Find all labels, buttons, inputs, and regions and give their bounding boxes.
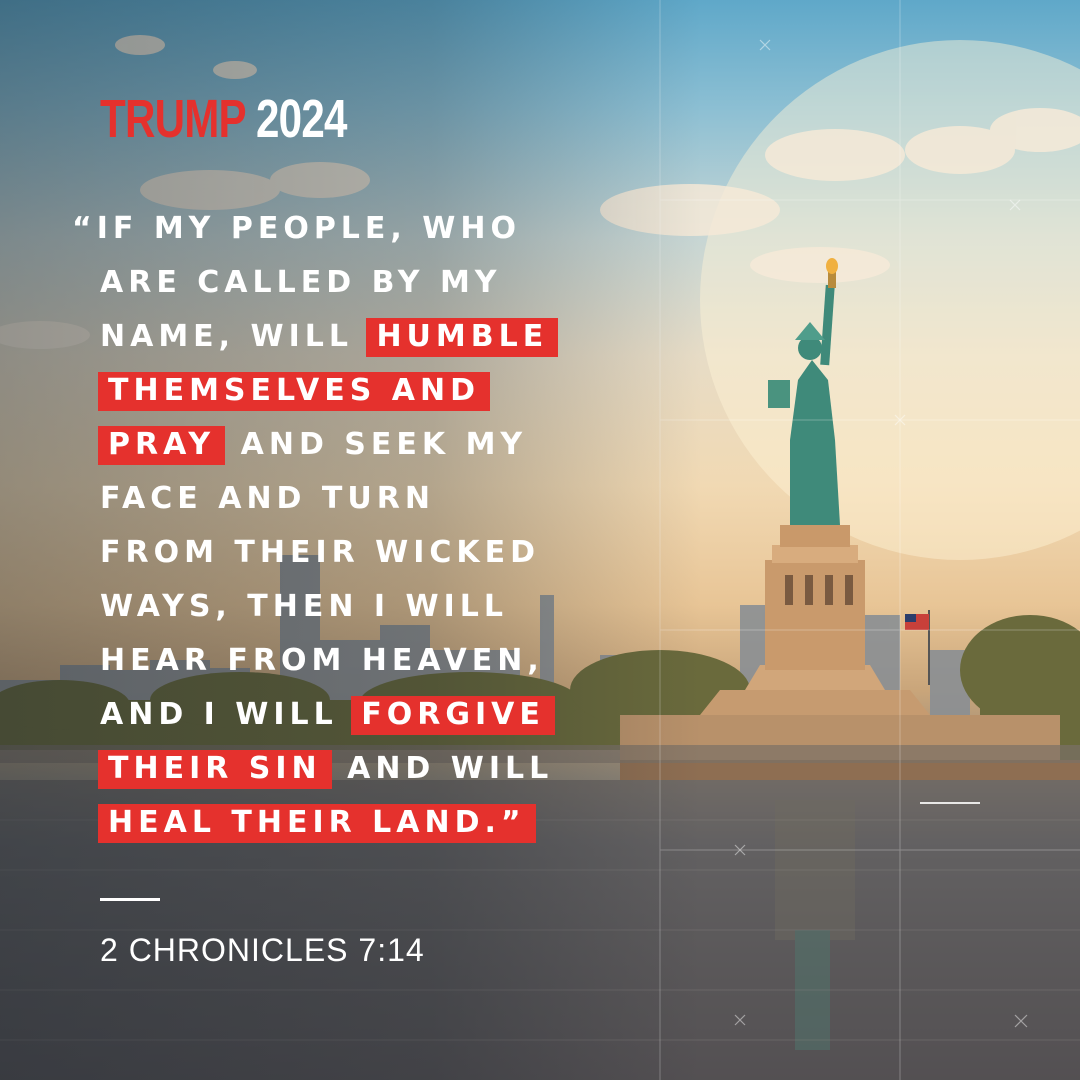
quote-line: HEAR FROM HEAVEN, [72,637,692,691]
quote-text: AND WILL [331,751,554,786]
scripture-quote: “IF MY PEOPLE, WHO ARE CALLED BY MY NAME, … [72,205,692,853]
quote-text: WAYS, THEN I WILL [100,589,508,624]
quote-line: PRAY AND SEEK MY [72,421,692,475]
quote-line: HEAL THEIR LAND.” [72,799,692,853]
quote-text: FACE AND TURN [100,481,435,516]
quote-text: AND I WILL [100,697,354,732]
campaign-logo: TRUMP 2024 [100,92,347,146]
divider [100,898,160,901]
quote-text: AND SEEK MY [225,427,528,462]
poster: TRUMP 2024 “IF MY PEOPLE, WHO ARE CALLED … [0,0,1080,1080]
brand-name: TRUMP [100,89,246,149]
quote-line: THEMSELVES AND [72,367,692,421]
quote-text: NAME, WILL [100,319,369,354]
quote-line: ARE CALLED BY MY [72,259,692,313]
quote-line: “IF MY PEOPLE, WHO [72,205,692,259]
quote-text: HEAR FROM HEAVEN, [100,643,544,678]
highlighted-phrase: THEMSELVES AND [98,372,490,411]
highlighted-phrase: HEAL THEIR LAND.” [98,804,536,843]
quote-line: WAYS, THEN I WILL [72,583,692,637]
brand-year: 2024 [256,89,347,149]
quote-text: “IF MY PEOPLE, WHO [72,211,521,246]
quote-text: ARE CALLED BY MY [100,265,502,300]
quote-line: AND I WILL FORGIVE [72,691,692,745]
quote-line: FACE AND TURN [72,475,692,529]
highlighted-phrase: FORGIVE [351,696,555,735]
scripture-reference: 2 CHRONICLES 7:14 [100,932,425,968]
highlighted-phrase: HUMBLE [366,318,559,357]
quote-line: NAME, WILL HUMBLE [72,313,692,367]
quote-line: THEIR SIN AND WILL [72,745,692,799]
highlighted-phrase: THEIR SIN [98,750,332,789]
quote-text: FROM THEIR WICKED [100,535,541,570]
highlighted-phrase: PRAY [98,426,226,465]
quote-line: FROM THEIR WICKED [72,529,692,583]
